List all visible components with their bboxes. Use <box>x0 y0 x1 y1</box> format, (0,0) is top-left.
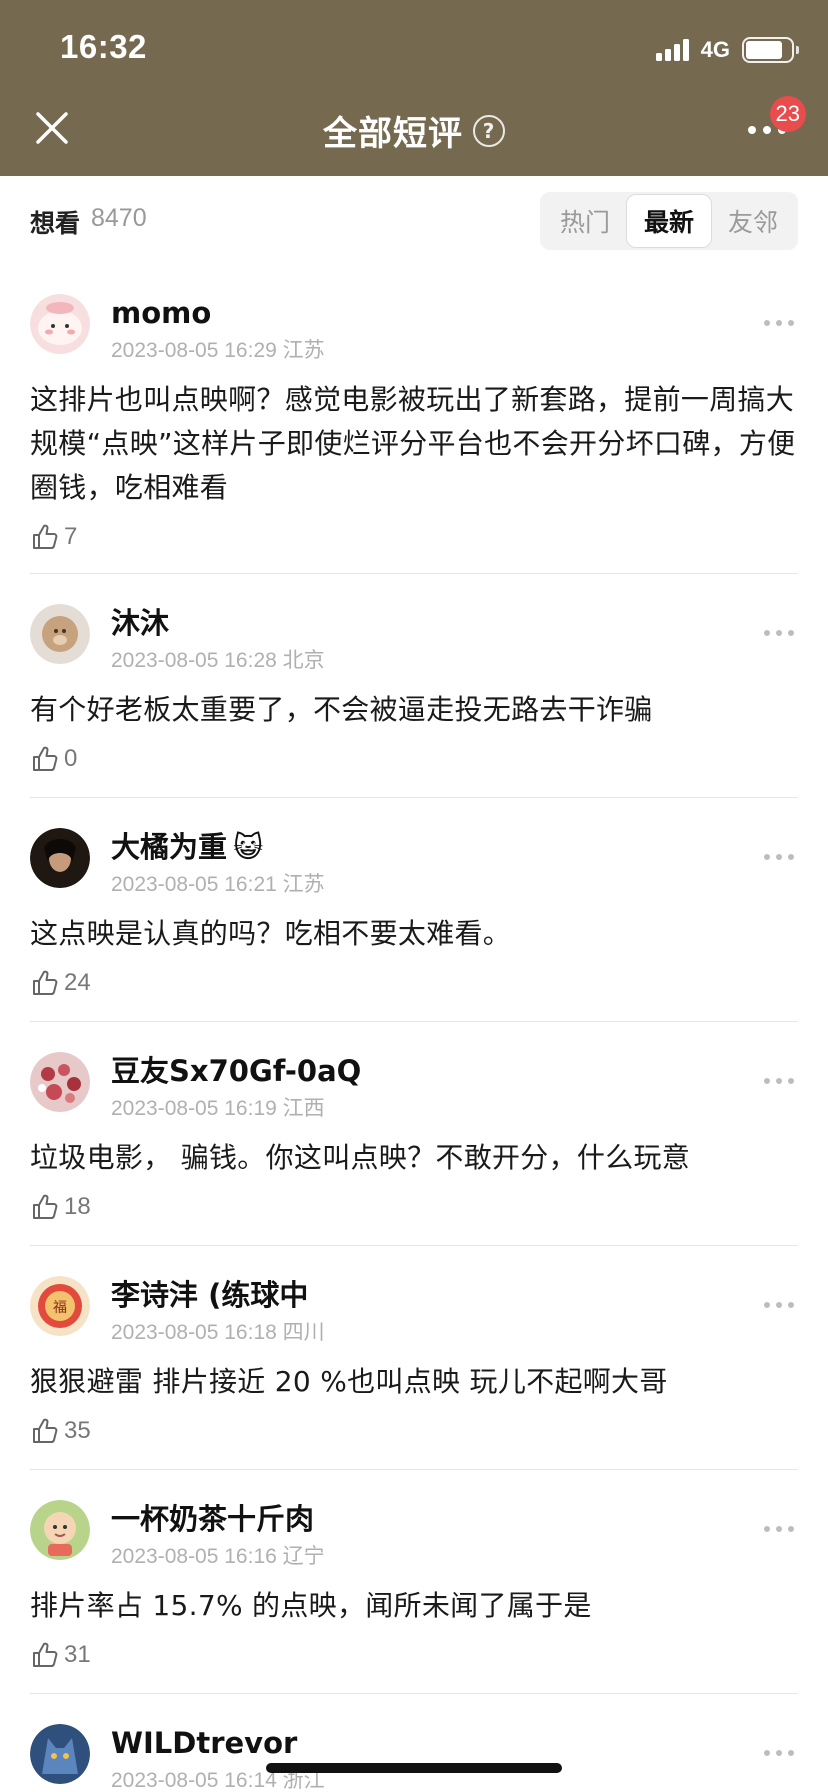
comment-text: 排片率占 15.7% 的点映，闻所未闻了属于是 <box>30 1589 592 1622</box>
thumbs-up-icon <box>33 1418 58 1443</box>
thumbs-up-icon <box>33 746 58 771</box>
comment-text: 垃圾电影， 骗钱。你这叫点映？不敢开分，什么玩意 <box>30 1141 691 1174</box>
like-button[interactable]: 31 <box>30 1638 110 1672</box>
avatar[interactable] <box>30 1724 90 1784</box>
avatar[interactable] <box>30 1500 90 1560</box>
comment-more-icon[interactable] <box>764 1750 794 1756</box>
comment-more-icon[interactable] <box>764 320 794 326</box>
username[interactable]: 一杯奶茶十斤肉 <box>111 1500 798 1538</box>
cat-emoji-icon: 😺 <box>233 830 264 864</box>
like-button[interactable]: 18 <box>30 1190 110 1224</box>
comment-text: 这排片也叫点映啊？感觉电影被玩出了新套路，提前一周搞大规模“点映”这样片子即使烂… <box>30 383 796 504</box>
status-time: 16:32 <box>60 28 147 65</box>
status-indicators: 4G <box>655 36 799 64</box>
comment-item: 大橘为重 😺 2023-08-05 16:21 江苏 这点映是认真的吗？吃相不要… <box>0 798 828 1022</box>
comment-meta: 2023-08-05 16:18 四川 <box>111 1320 325 1344</box>
notification-badge: 23 <box>769 96 806 132</box>
comment-more-icon[interactable] <box>764 1078 794 1084</box>
comment-more-icon[interactable] <box>764 1526 794 1532</box>
comment-item: 豆友Sx70Gf-0aQ 2023-08-05 16:19 江西 垃圾电影， 骗… <box>0 1022 828 1246</box>
comment-item: 福 李诗沣 (练球中 2023-08-05 16:18 四川 狠狠避雷 排片接近… <box>0 1246 828 1470</box>
tab-hot[interactable]: 热门 <box>543 195 627 247</box>
username[interactable]: 豆友Sx70Gf-0aQ <box>111 1052 798 1090</box>
svg-text:福: 福 <box>53 1300 67 1316</box>
thumbs-up-icon <box>33 1642 58 1667</box>
like-button[interactable]: 35 <box>30 1414 110 1448</box>
want-label: 想看 <box>30 209 81 238</box>
page-title-text: 全部短评 <box>323 114 463 154</box>
want-count: 8470 <box>91 204 147 232</box>
thumbs-up-icon <box>33 970 58 995</box>
comment-text: 狠狠避雷 排片接近 20 %也叫点映 玩儿不起啊大哥 <box>30 1365 668 1398</box>
username[interactable]: WILDtrevor <box>111 1724 798 1762</box>
comment-meta: 2023-08-05 16:29 江苏 <box>111 338 325 362</box>
avatar[interactable] <box>30 294 90 354</box>
filter-bar: 想看 8470 热门 最新 友邻 <box>0 176 828 264</box>
like-button[interactable]: 7 <box>30 520 110 554</box>
network-type: 4G <box>700 37 730 62</box>
like-count: 31 <box>64 1641 91 1668</box>
battery-icon <box>742 37 799 63</box>
avatar[interactable] <box>30 604 90 664</box>
comment-item: momo 2023-08-05 16:29 江苏 这排片也叫点映啊？感觉电影被玩… <box>0 264 828 574</box>
comment-meta: 2023-08-05 16:28 北京 <box>111 648 325 672</box>
username[interactable]: 大橘为重 😺 <box>111 828 798 866</box>
comment-item: 一杯奶茶十斤肉 2023-08-05 16:16 辽宁 排片率占 15.7% 的… <box>0 1470 828 1694</box>
comment-text: 有个好老板太重要了，不会被逼走投无路去干诈骗 <box>30 693 653 726</box>
like-count: 35 <box>64 1417 91 1444</box>
avatar[interactable]: 福 <box>30 1276 90 1336</box>
tab-friends[interactable]: 友邻 <box>711 195 795 247</box>
sort-segmented-control: 热门 最新 友邻 <box>540 192 798 250</box>
like-button[interactable]: 24 <box>30 966 110 1000</box>
help-icon[interactable]: ? <box>473 114 505 147</box>
avatar[interactable] <box>30 828 90 888</box>
thumbs-up-icon <box>33 1194 58 1219</box>
comment-more-icon[interactable] <box>764 1302 794 1308</box>
comment-meta: 2023-08-05 16:19 江西 <box>111 1096 325 1120</box>
thumbs-up-icon <box>33 524 58 549</box>
page-title: 全部短评 ? <box>0 106 828 155</box>
comment-list: momo 2023-08-05 16:29 江苏 这排片也叫点映啊？感觉电影被玩… <box>0 264 828 1792</box>
like-count: 0 <box>64 745 78 772</box>
like-count: 18 <box>64 1193 91 1220</box>
home-indicator <box>266 1763 562 1773</box>
comment-more-icon[interactable] <box>764 630 794 636</box>
username[interactable]: 沐沐 <box>111 604 798 642</box>
like-button[interactable]: 0 <box>30 742 110 776</box>
like-count: 7 <box>64 523 78 550</box>
comment-meta: 2023-08-05 16:21 江苏 <box>111 872 325 896</box>
app-header: 16:32 4G 全部短评 ? 23 <box>0 0 828 176</box>
comment-text: 这点映是认真的吗？吃相不要太难看。 <box>30 917 512 950</box>
comment-meta: 2023-08-05 16:16 辽宁 <box>111 1544 325 1568</box>
like-count: 24 <box>64 969 91 996</box>
avatar[interactable] <box>30 1052 90 1112</box>
comment-more-icon[interactable] <box>764 854 794 860</box>
comment-item: 沐沐 2023-08-05 16:28 北京 有个好老板太重要了，不会被逼走投无… <box>0 574 828 798</box>
tab-latest[interactable]: 最新 <box>627 195 711 247</box>
signal-icon <box>655 39 689 61</box>
comment-item: WILDtrevor 2023-08-05 16:14 浙江 <box>0 1694 828 1792</box>
username[interactable]: momo <box>111 294 798 332</box>
username[interactable]: 李诗沣 (练球中 <box>111 1276 798 1314</box>
